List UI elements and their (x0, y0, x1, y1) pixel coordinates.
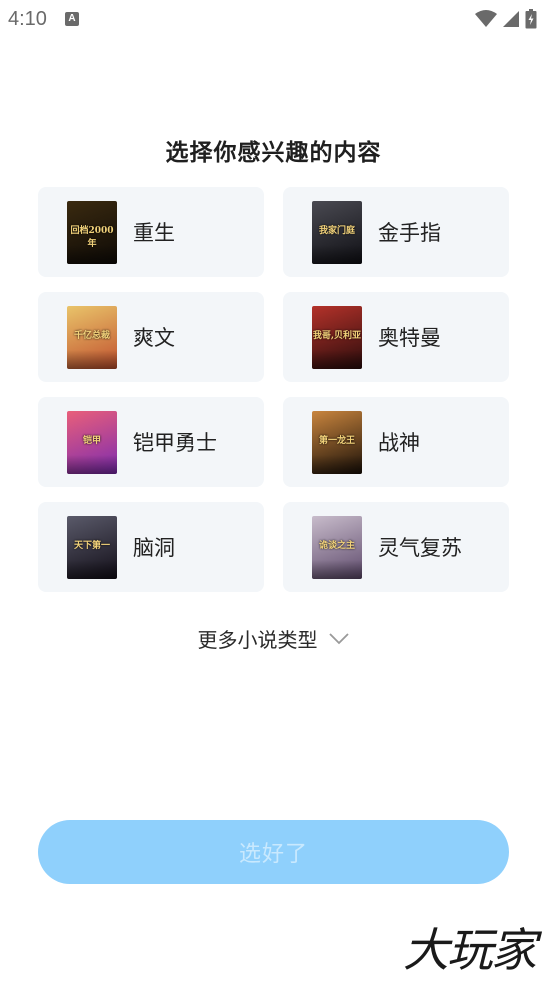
more-genres-label: 更多小说类型 (197, 628, 318, 652)
genre-label: 战神 (378, 431, 420, 455)
genre-label: 金手指 (378, 221, 441, 245)
interest-selection-screen: 4:10 A 选择你感兴趣的内容 回档2000年 重生 我家门庭 金手指 千亿总… (0, 0, 547, 983)
watermark-logo: 大玩家 (403, 923, 537, 977)
status-left: 4:10 A (8, 8, 79, 31)
signal-icon (503, 11, 519, 27)
wifi-icon (475, 10, 497, 27)
a-notification-icon: A (64, 12, 79, 26)
genre-card[interactable]: 天下第一 脑洞 (38, 502, 264, 592)
genre-label: 铠甲勇士 (133, 431, 217, 455)
book-cover-image: 天下第一 (67, 515, 117, 579)
cover-title: 千亿总裁 (73, 330, 110, 341)
battery-icon (525, 9, 537, 29)
cover-title: 天下第一 (73, 540, 110, 551)
book-cover-image: 第一龙王 (312, 410, 362, 474)
book-cover-image: 铠甲 (67, 410, 117, 474)
book-cover-image: 我家门庭 (312, 200, 362, 264)
cover-title: 我家门庭 (318, 225, 355, 236)
genre-label: 重生 (133, 221, 175, 245)
page-title: 选择你感兴趣的内容 (165, 140, 382, 166)
genre-card[interactable]: 我哥,贝利亚 奥特曼 (283, 292, 509, 382)
book-cover-image: 千亿总裁 (67, 305, 117, 369)
genre-label: 脑洞 (133, 536, 175, 560)
more-genres-button[interactable]: 更多小说类型 (0, 624, 547, 653)
genre-label: 灵气复苏 (378, 536, 462, 560)
genre-card[interactable]: 千亿总裁 爽文 (38, 292, 264, 382)
genre-card[interactable]: 第一龙王 战神 (283, 397, 509, 487)
cover-title: 诡谈之主 (318, 540, 355, 551)
status-right (475, 9, 537, 29)
genre-label: 爽文 (133, 326, 175, 350)
genre-label: 奥特曼 (378, 326, 441, 350)
genre-card[interactable]: 诡谈之主 灵气复苏 (283, 502, 509, 592)
cover-title: 第一龙王 (318, 435, 355, 446)
genre-card[interactable]: 我家门庭 金手指 (283, 187, 509, 277)
cover-title: 铠甲 (82, 435, 101, 446)
confirm-button[interactable]: 选好了 (38, 820, 509, 884)
chevron-down-icon (328, 632, 349, 644)
cover-title: 回档2000年 (70, 225, 114, 249)
book-cover-image: 我哥,贝利亚 (312, 305, 362, 369)
book-cover-image: 回档2000年 (67, 200, 117, 264)
book-cover-image: 诡谈之主 (312, 515, 362, 579)
genre-card[interactable]: 铠甲 铠甲勇士 (38, 397, 264, 487)
cover-title: 我哥,贝利亚 (312, 330, 362, 341)
status-bar: 4:10 A (0, 0, 547, 38)
genre-card[interactable]: 回档2000年 重生 (38, 187, 264, 277)
genre-grid: 回档2000年 重生 我家门庭 金手指 千亿总裁 爽文 我哥,贝利亚 奥特曼 铠… (38, 187, 509, 592)
status-time: 4:10 (8, 7, 47, 30)
